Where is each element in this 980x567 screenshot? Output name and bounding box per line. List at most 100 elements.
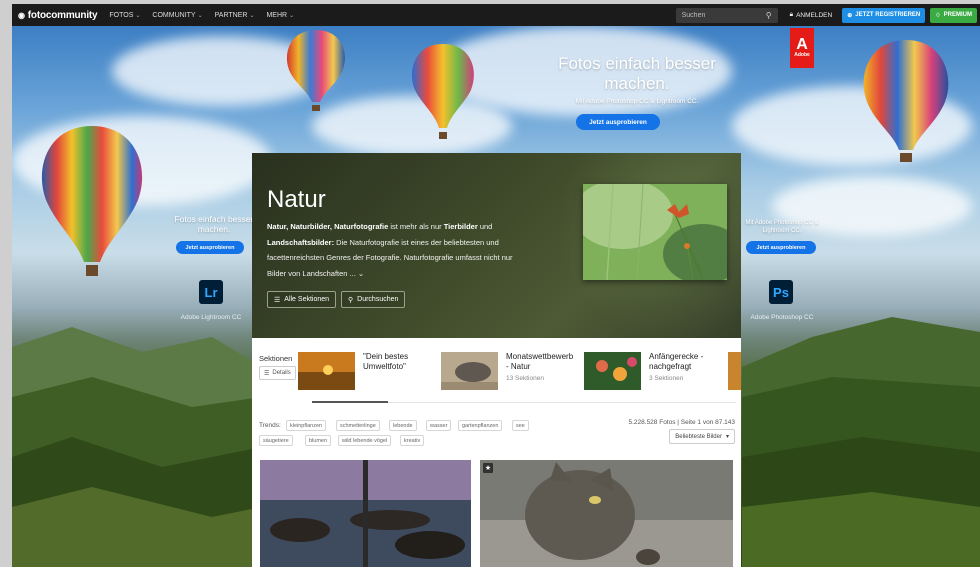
chevron-down-icon: ⌄	[289, 12, 295, 19]
ad-headline: Fotos einfach besser machen.	[558, 54, 716, 93]
desc-text: ist mehr als nur	[388, 222, 444, 231]
search-box[interactable]: ⚲	[675, 7, 778, 23]
trends-label: Trends:	[259, 422, 281, 429]
page-title: Natur	[267, 186, 326, 213]
browse-label: Durchsuchen	[357, 296, 399, 303]
desc-text: und	[477, 222, 493, 231]
section-info: Anfängerecke - nachgefragt 3 Sektionen	[649, 352, 713, 390]
section-name: Monatswettbewerb - Natur	[506, 352, 574, 371]
section-card[interactable]: "Dein bestes Umweltfoto"	[298, 352, 427, 390]
section-card[interactable]: Monatswettbewerb - Natur 13 Sektionen	[441, 352, 578, 390]
hot-air-balloon-illustration	[287, 30, 345, 111]
section-thumbnail	[441, 352, 498, 390]
search-input[interactable]	[681, 11, 762, 19]
sections-title: Sektionen	[259, 354, 293, 363]
lock-icon: 🔒︎	[789, 11, 794, 18]
login-link[interactable]: 🔒︎ ANMELDEN	[790, 11, 833, 19]
register-label: JETZT REGISTRIEREN	[855, 12, 921, 18]
hot-air-balloon-illustration	[41, 126, 143, 276]
trend-tag[interactable]: see	[512, 420, 529, 431]
section-info: "Dein bestes Umweltfoto"	[363, 352, 427, 390]
search-icon: ⚲	[348, 296, 354, 304]
ad-left-headline: Fotos einfach besser machen.	[174, 214, 254, 234]
chevron-down-icon: ⌄	[197, 12, 203, 19]
hot-air-balloon-illustration	[863, 40, 949, 162]
ad-try-button[interactable]: Jetzt ausprobieren	[576, 114, 660, 130]
ad-right-try-button[interactable]: Jetzt ausprobieren	[746, 241, 816, 254]
nav-label: COMMUNITY	[152, 11, 196, 19]
trend-tag[interactable]: wasser	[426, 420, 452, 431]
hot-air-balloon-illustration	[412, 44, 474, 139]
star-icon: ★	[483, 463, 493, 473]
nav-item-partner[interactable]: PARTNER ⌄	[215, 12, 255, 19]
search-icon[interactable]: ⚲	[766, 11, 772, 20]
all-sections-button[interactable]: ☰ Alle Sektionen	[267, 291, 337, 308]
photo-stats: 5.228.528 Fotos | Seite 1 von 87.143	[628, 419, 736, 426]
sort-label: Beliebteste Bilder	[675, 433, 722, 440]
nav-label: MEHR	[266, 11, 288, 19]
caret-down-icon: ▾	[725, 434, 729, 440]
content-panel: Sektionen ☰ Details "Dein bestes Umweltf…	[252, 338, 741, 567]
cat-photo	[480, 460, 733, 567]
chevron-down-icon: ⌄	[249, 12, 255, 19]
plus-circle-icon: ⊕	[847, 12, 853, 19]
adobe-logo: A Adobe	[790, 28, 814, 68]
chevron-down-icon[interactable]: ⌄	[358, 269, 364, 278]
premium-label: PREMIUM	[943, 12, 972, 18]
section-thumbnail	[298, 352, 355, 390]
ad-subline: Mit Adobe Photoshop CC & Lightroom CC.	[575, 98, 699, 105]
details-button[interactable]: ☰ Details	[259, 366, 296, 380]
details-label: Details	[272, 370, 291, 376]
nav-item-mehr[interactable]: MEHR ⌄	[266, 12, 294, 19]
section-card[interactable]: Anfängerecke - nachgefragt 3 Sektionen	[584, 352, 713, 390]
trend-tag[interactable]: wild lebende vögel	[338, 435, 392, 446]
camera-icon: ◉	[18, 10, 25, 20]
desc-bold: Tierbilder	[443, 222, 478, 231]
site-logo[interactable]: ◉ fotocommunity	[12, 9, 98, 21]
trend-tag[interactable]: lebende	[389, 420, 417, 431]
chevron-down-icon: ⌄	[135, 12, 141, 19]
photo-tile[interactable]: ★	[480, 460, 733, 567]
lightroom-label: Adobe Lightroom CC	[180, 314, 242, 321]
all-sections-label: Alle Sektionen	[284, 296, 330, 303]
trend-tag[interactable]: kreativ	[400, 435, 425, 446]
nav-item-fotos[interactable]: FOTOS ⌄	[109, 12, 140, 19]
nav-item-community[interactable]: COMMUNITY ⌄	[152, 12, 202, 19]
photoshop-app-icon: Ps	[769, 280, 793, 304]
premium-button[interactable]: ♢ PREMIUM	[930, 7, 977, 23]
nav-label: PARTNER	[214, 11, 248, 19]
list-icon: ☰	[264, 370, 270, 377]
sort-dropdown[interactable]: Beliebteste Bilder ▾	[669, 429, 735, 444]
section-name: "Dein bestes Umweltfoto"	[363, 352, 409, 371]
logo-text: fotocommunity	[27, 9, 98, 21]
section-thumbnail-partial[interactable]	[728, 352, 741, 390]
register-button[interactable]: ⊕ JETZT REGISTRIEREN	[842, 7, 926, 23]
photoshop-label: Adobe Photoshop CC	[750, 314, 814, 321]
trend-tag[interactable]: blumen	[305, 435, 332, 446]
login-label: ANMELDEN	[796, 11, 833, 19]
coast-photo	[260, 460, 471, 567]
top-navigation: ◉ fotocommunity FOTOS ⌄ COMMUNITY ⌄ PARTNE…	[12, 4, 980, 26]
section-count: 3 Sektionen	[649, 375, 684, 382]
section-count: 13 Sektionen	[506, 375, 544, 382]
nav-label: FOTOS	[109, 11, 134, 19]
trend-tag[interactable]: säugetiere	[259, 435, 293, 446]
trend-tag[interactable]: kleinpflanzen	[286, 420, 327, 431]
desc-bold: Landschaftsbilder:	[267, 237, 335, 247]
tab-indicator	[312, 401, 388, 403]
window-frame-left	[0, 0, 12, 567]
category-hero: Natur Natur, Naturbilder, Naturfotografi…	[252, 153, 741, 338]
browse-button[interactable]: ⚲ Durchsuchen	[341, 291, 406, 308]
featured-butterfly-photo[interactable]	[583, 184, 727, 280]
adobe-a-icon: A	[796, 36, 808, 53]
category-description: Natur, Naturbilder, Naturfotografie ist …	[267, 219, 532, 281]
trend-tag[interactable]: schmetterlinge	[336, 420, 380, 431]
section-name: Anfängerecke - nachgefragt	[649, 352, 704, 371]
section-info: Monatswettbewerb - Natur 13 Sektionen	[506, 352, 578, 390]
section-thumbnail	[584, 352, 641, 390]
ad-left-try-button[interactable]: Jetzt ausprobieren	[176, 241, 244, 254]
ad-right-subline: Mit Adobe Photoshop CC & Lightroom CC.	[745, 220, 819, 234]
photo-tile[interactable]	[260, 460, 471, 567]
trend-tag[interactable]: gartenpflanzen	[458, 420, 503, 431]
diamond-icon: ♢	[935, 12, 941, 19]
